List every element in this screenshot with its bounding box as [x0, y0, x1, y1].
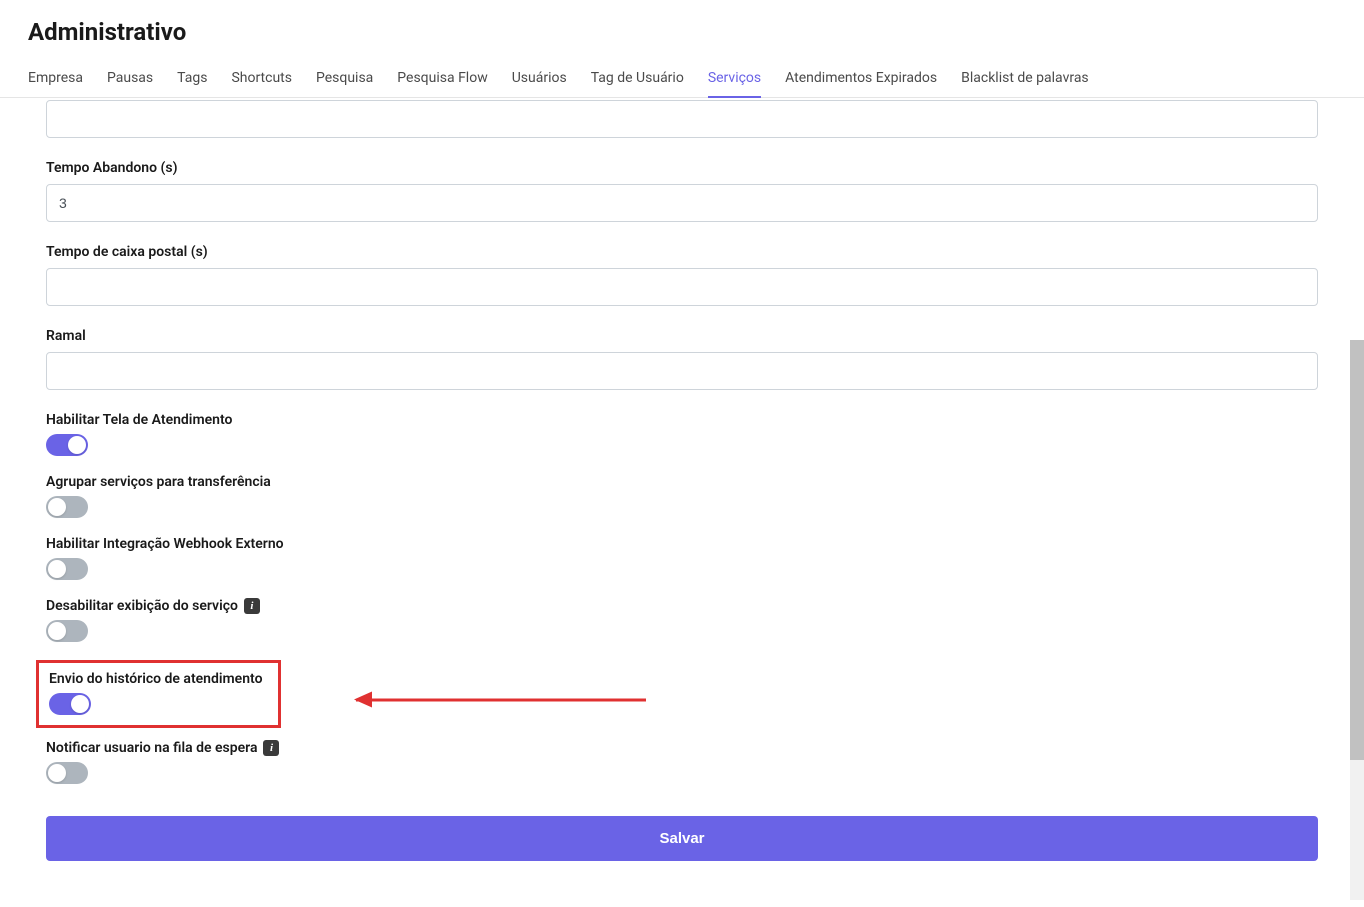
tab-servicos[interactable]: Serviços: [708, 60, 761, 98]
tab-usuarios[interactable]: Usuários: [512, 60, 567, 98]
desabilitar-exibicao-label: Desabilitar exibição do serviço: [46, 598, 238, 614]
info-icon[interactable]: i: [263, 740, 279, 756]
scrollbar-track[interactable]: [1350, 340, 1364, 900]
tab-tags[interactable]: Tags: [177, 60, 207, 98]
agrupar-servicos-label: Agrupar serviços para transferência: [46, 474, 271, 490]
toggle-knob: [48, 498, 66, 516]
habilitar-tela-group: Habilitar Tela de Atendimento: [46, 412, 1318, 456]
habilitar-webhook-toggle[interactable]: [46, 558, 88, 580]
highlight-annotation: Envio do histórico de atendimento: [36, 660, 281, 728]
toggle-knob: [48, 622, 66, 640]
scrollbar-thumb[interactable]: [1350, 340, 1364, 760]
agrupar-servicos-toggle[interactable]: [46, 496, 88, 518]
toggle-knob: [48, 764, 66, 782]
envio-historico-toggle[interactable]: [49, 693, 91, 715]
envio-historico-group: Envio do histórico de atendimento: [49, 671, 268, 715]
agrupar-servicos-group: Agrupar serviços para transferência: [46, 474, 1318, 518]
tab-pesquisa[interactable]: Pesquisa: [316, 60, 373, 98]
tempo-caixa-postal-group: Tempo de caixa postal (s): [46, 244, 1318, 306]
toggle-knob: [68, 436, 86, 454]
tempo-abandono-label: Tempo Abandono (s): [46, 160, 1318, 176]
habilitar-tela-label: Habilitar Tela de Atendimento: [46, 412, 232, 428]
toggle-knob: [71, 695, 89, 713]
page-title: Administrativo: [28, 18, 1336, 46]
notificar-usuario-group: Notificar usuario na fila de espera i: [46, 740, 1318, 784]
habilitar-webhook-label: Habilitar Integração Webhook Externo: [46, 536, 284, 552]
tab-blacklist[interactable]: Blacklist de palavras: [961, 60, 1089, 98]
tab-pesquisa-flow[interactable]: Pesquisa Flow: [397, 60, 487, 98]
notificar-usuario-toggle[interactable]: [46, 762, 88, 784]
field-cutoff-group: [46, 100, 1318, 138]
ramal-label: Ramal: [46, 328, 1318, 344]
habilitar-tela-toggle[interactable]: [46, 434, 88, 456]
tab-tag-usuario[interactable]: Tag de Usuário: [591, 60, 684, 98]
desabilitar-exibicao-group: Desabilitar exibição do serviço i: [46, 598, 1318, 642]
ramal-group: Ramal: [46, 328, 1318, 390]
tab-atendimentos-expirados[interactable]: Atendimentos Expirados: [785, 60, 937, 98]
tabs-bar: Empresa Pausas Tags Shortcuts Pesquisa P…: [0, 60, 1364, 98]
tab-empresa[interactable]: Empresa: [28, 60, 83, 98]
info-icon[interactable]: i: [244, 598, 260, 614]
habilitar-webhook-group: Habilitar Integração Webhook Externo: [46, 536, 1318, 580]
tab-pausas[interactable]: Pausas: [107, 60, 153, 98]
envio-historico-label: Envio do histórico de atendimento: [49, 671, 263, 687]
tab-shortcuts[interactable]: Shortcuts: [231, 60, 292, 98]
notificar-usuario-label: Notificar usuario na fila de espera: [46, 740, 257, 756]
ramal-input[interactable]: [46, 352, 1318, 390]
cutoff-input[interactable]: [46, 100, 1318, 138]
toggle-knob: [48, 560, 66, 578]
tempo-caixa-postal-input[interactable]: [46, 268, 1318, 306]
desabilitar-exibicao-toggle[interactable]: [46, 620, 88, 642]
tempo-abandono-input[interactable]: [46, 184, 1318, 222]
tempo-caixa-postal-label: Tempo de caixa postal (s): [46, 244, 1318, 260]
arrow-annotation: [356, 699, 646, 702]
form-area: Tempo Abandono (s) Tempo de caixa postal…: [28, 98, 1336, 879]
save-button[interactable]: Salvar: [46, 816, 1318, 861]
tempo-abandono-group: Tempo Abandono (s): [46, 160, 1318, 222]
